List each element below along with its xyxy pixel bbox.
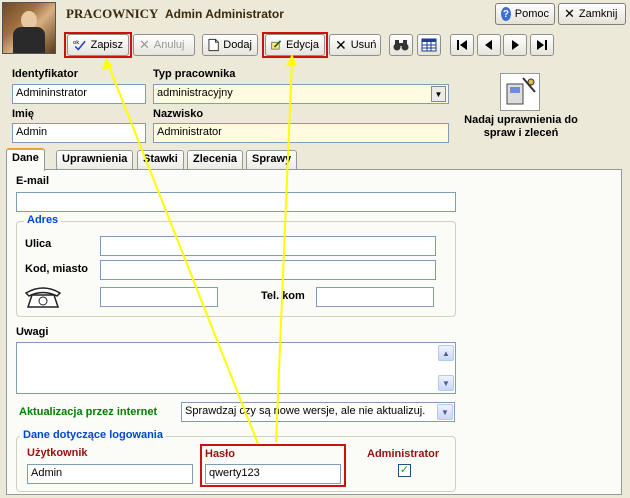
save-label: Zapisz (90, 39, 123, 51)
delete-icon: ✕ (335, 36, 347, 53)
previous-record-icon (485, 40, 492, 50)
app-logo (2, 2, 56, 54)
help-icon: ? (501, 7, 511, 21)
grant-permissions-label: Nadaj uprawnienia do spraw i zleceń (464, 114, 578, 139)
permissions-computer-icon (506, 77, 536, 105)
close-button[interactable]: ✕ Zamknij (558, 3, 626, 25)
chevron-down-icon: ▼ (437, 404, 453, 420)
phone-field[interactable] (100, 287, 218, 307)
update-value: Sprawdzaj czy są nowe wersje, ale nie ak… (185, 405, 426, 417)
tab-rates[interactable]: Stawki (137, 150, 184, 169)
delete-button[interactable]: ✕ Usuń (329, 34, 381, 56)
password-field[interactable]: qwerty123 (205, 464, 341, 484)
ok-check-icon: ok (73, 40, 86, 51)
edit-pencil-icon (271, 40, 282, 50)
identifier-field[interactable]: Admininstrator (12, 84, 146, 104)
address-group-title: Adres (24, 214, 62, 226)
add-label: Dodaj (223, 39, 252, 51)
search-button[interactable] (389, 34, 413, 56)
edit-label: Edycja (285, 39, 319, 51)
last-name-label: Nazwisko (153, 108, 204, 120)
first-name-field[interactable]: Admin (12, 123, 146, 143)
arrow-head-save-icon (102, 58, 113, 70)
save-button[interactable]: ok Zapisz (67, 34, 129, 56)
username-field[interactable]: Admin (27, 464, 193, 484)
employee-type-select[interactable]: administracyjny ▼ (153, 84, 449, 104)
phone-icon (24, 285, 62, 314)
add-button[interactable]: Dodaj (202, 34, 258, 56)
chevron-down-icon: ▼ (431, 86, 446, 102)
delete-label: Usuń (350, 39, 377, 51)
zip-city-field[interactable] (100, 260, 436, 280)
window-title: PRACOWNICY (66, 6, 159, 21)
cancel-button[interactable]: ✕ Anuluj (133, 34, 195, 56)
checkmark-icon: ✓ (399, 464, 410, 476)
notes-scroll-down-icon[interactable]: ▼ (438, 375, 454, 391)
notes-scroll-up-icon[interactable]: ▲ (438, 345, 454, 361)
last-record-button[interactable] (530, 34, 554, 56)
next-record-icon (512, 40, 519, 50)
password-label: Hasło (205, 448, 235, 460)
last-record-icon (537, 40, 547, 50)
login-group-title: Dane dotyczące logowania (20, 429, 166, 441)
employee-type-value: administracyjny (157, 87, 233, 99)
grant-permissions-button[interactable] (500, 73, 540, 111)
zip-city-label: Kod, miasto (25, 263, 88, 275)
email-field[interactable] (16, 192, 456, 212)
admin-label: Administrator (367, 448, 440, 460)
first-record-button[interactable] (450, 34, 474, 56)
update-select[interactable]: Sprawdzaj czy są nowe wersje, ale nie ak… (181, 402, 455, 422)
svg-text:ok: ok (73, 40, 80, 46)
street-label: Ulica (25, 238, 52, 250)
close-label: Zamknij (578, 8, 618, 20)
tab-orders[interactable]: Zlecenia (187, 150, 244, 169)
last-name-field[interactable]: Administrator (153, 123, 449, 143)
notes-label: Uwagi (16, 326, 49, 338)
next-record-button[interactable] (503, 34, 527, 56)
cancel-label: Anuluj (153, 39, 185, 51)
employee-type-label: Typ pracownika (153, 68, 236, 80)
username-label: Użytkownik (27, 447, 88, 459)
previous-record-button[interactable] (477, 34, 501, 56)
first-name-label: Imię (12, 108, 35, 120)
current-user: Admin Administrator (165, 7, 284, 21)
tab-cases[interactable]: Sprawy (246, 150, 298, 169)
mobile-label: Tel. kom (261, 290, 305, 302)
close-icon: ✕ (564, 6, 575, 21)
help-button[interactable]: ? Pomoc (495, 3, 555, 25)
tab-permissions[interactable]: Uprawnienia (56, 150, 134, 169)
cancel-icon: ✕ (139, 37, 150, 52)
tab-data[interactable]: Dane (6, 148, 45, 171)
admin-checkbox[interactable]: ✓ (398, 464, 411, 477)
notes-field[interactable] (16, 342, 456, 394)
street-field[interactable] (100, 236, 436, 256)
binoculars-icon (393, 40, 409, 51)
help-label: Pomoc (514, 8, 549, 20)
identifier-label: Identyfikator (12, 68, 79, 80)
new-document-icon (208, 38, 219, 52)
table-icon (421, 38, 437, 52)
update-label: Aktualizacja przez internet (19, 406, 158, 418)
edit-button[interactable]: Edycja (265, 34, 325, 56)
first-record-icon (457, 40, 467, 50)
grid-view-button[interactable] (417, 34, 441, 56)
mobile-field[interactable] (316, 287, 434, 307)
email-label: E-mail (16, 175, 50, 187)
